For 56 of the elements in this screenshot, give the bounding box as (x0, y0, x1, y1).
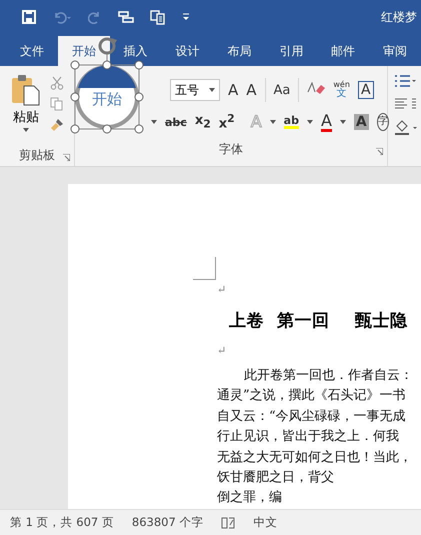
dropdown-caret-icon[interactable] (306, 120, 313, 124)
chapter-heading: 上卷 第一回 甄士隐 (229, 310, 409, 332)
paragraph-mark: ↵ (217, 282, 228, 298)
document-title: 红楼梦 (381, 8, 417, 26)
proofing-book-icon[interactable] (221, 516, 236, 528)
body-text-line: 通灵”之说，撰此《石头记》一书 (217, 387, 407, 406)
strikethrough-button[interactable]: abc (165, 116, 187, 128)
phonetic-guide-button[interactable]: wén 文 (333, 81, 350, 99)
font-size-button[interactable]: A (228, 82, 238, 98)
page-count[interactable]: 第 1 页，共 607 页 (10, 515, 114, 530)
ribbon-tab[interactable]: 文件 (6, 36, 58, 66)
enclose-characters-button[interactable]: 字 (376, 113, 389, 131)
customize-dropdown-icon[interactable] (182, 13, 190, 21)
document-icon[interactable] (150, 9, 166, 25)
save-icon[interactable] (22, 10, 36, 24)
body-text-line: 无益之大无可如何之日也！当此， (217, 448, 413, 467)
body-text-line: 此开卷第一回也．作者自云： (243, 367, 414, 385)
font-size-button[interactable]: A (246, 82, 257, 98)
body-text-line: 饫甘餍肥之日，背父 (217, 469, 335, 488)
font-color-button[interactable]: A (320, 112, 332, 132)
paint-bucket-icon[interactable] (394, 120, 418, 136)
language-indicator[interactable]: 中文 (253, 515, 278, 530)
dropdown-caret-icon[interactable] (270, 120, 276, 124)
paste-button[interactable]: 粘贴 (6, 74, 46, 144)
body-text-line: 行止见识，皆出于我之上．何我 (217, 428, 400, 446)
body-text-line: 自又云：“今风尘碌碌，一事无成 (217, 408, 407, 426)
touch-mode-icon[interactable] (118, 10, 134, 24)
change-case-button[interactable]: Aa (274, 84, 290, 96)
ribbon-tab[interactable]: 审阅 (369, 36, 421, 66)
dialog-launcher-icon[interactable] (376, 148, 383, 155)
bullet-list-icon[interactable] (394, 74, 416, 88)
paintbrush-icon[interactable] (50, 118, 64, 132)
character-border-button[interactable]: A (358, 81, 374, 99)
scissors-icon[interactable] (50, 76, 64, 90)
font-combo-box[interactable]: 五号 (170, 79, 220, 101)
ribbon-tab[interactable]: 邮件 (317, 36, 370, 66)
clipboard-icon (11, 74, 41, 106)
character-shading-button[interactable]: A (354, 114, 369, 130)
group-label: 剪贴板 (19, 146, 55, 164)
body-text-line: 倒之罪，编 (217, 489, 283, 508)
dialog-launcher-icon[interactable] (63, 154, 70, 161)
ribbon-tab[interactable]: 插入 (110, 36, 162, 66)
paragraph-mark: ↵ (217, 343, 228, 359)
ribbon-tab[interactable]: 布局 (214, 36, 266, 66)
word-count[interactable]: 863807 个字 (132, 515, 204, 530)
group-label: 字体 (219, 140, 243, 158)
format-button[interactable]: x$_{2}$ (194, 114, 211, 130)
format-button[interactable]: x$^{2}$ (218, 114, 235, 130)
dropdown-caret-icon[interactable] (340, 120, 346, 124)
highlight-button[interactable]: ab (284, 115, 299, 129)
ribbon-tab[interactable]: 引用 (265, 36, 318, 66)
align-left-icon[interactable] (394, 98, 416, 110)
dropdown-caret-icon (23, 128, 29, 132)
margin-corner-mark (193, 257, 216, 280)
ribbon-tab[interactable]: 设计 (162, 36, 214, 66)
dropdown-caret-icon[interactable] (151, 120, 157, 124)
